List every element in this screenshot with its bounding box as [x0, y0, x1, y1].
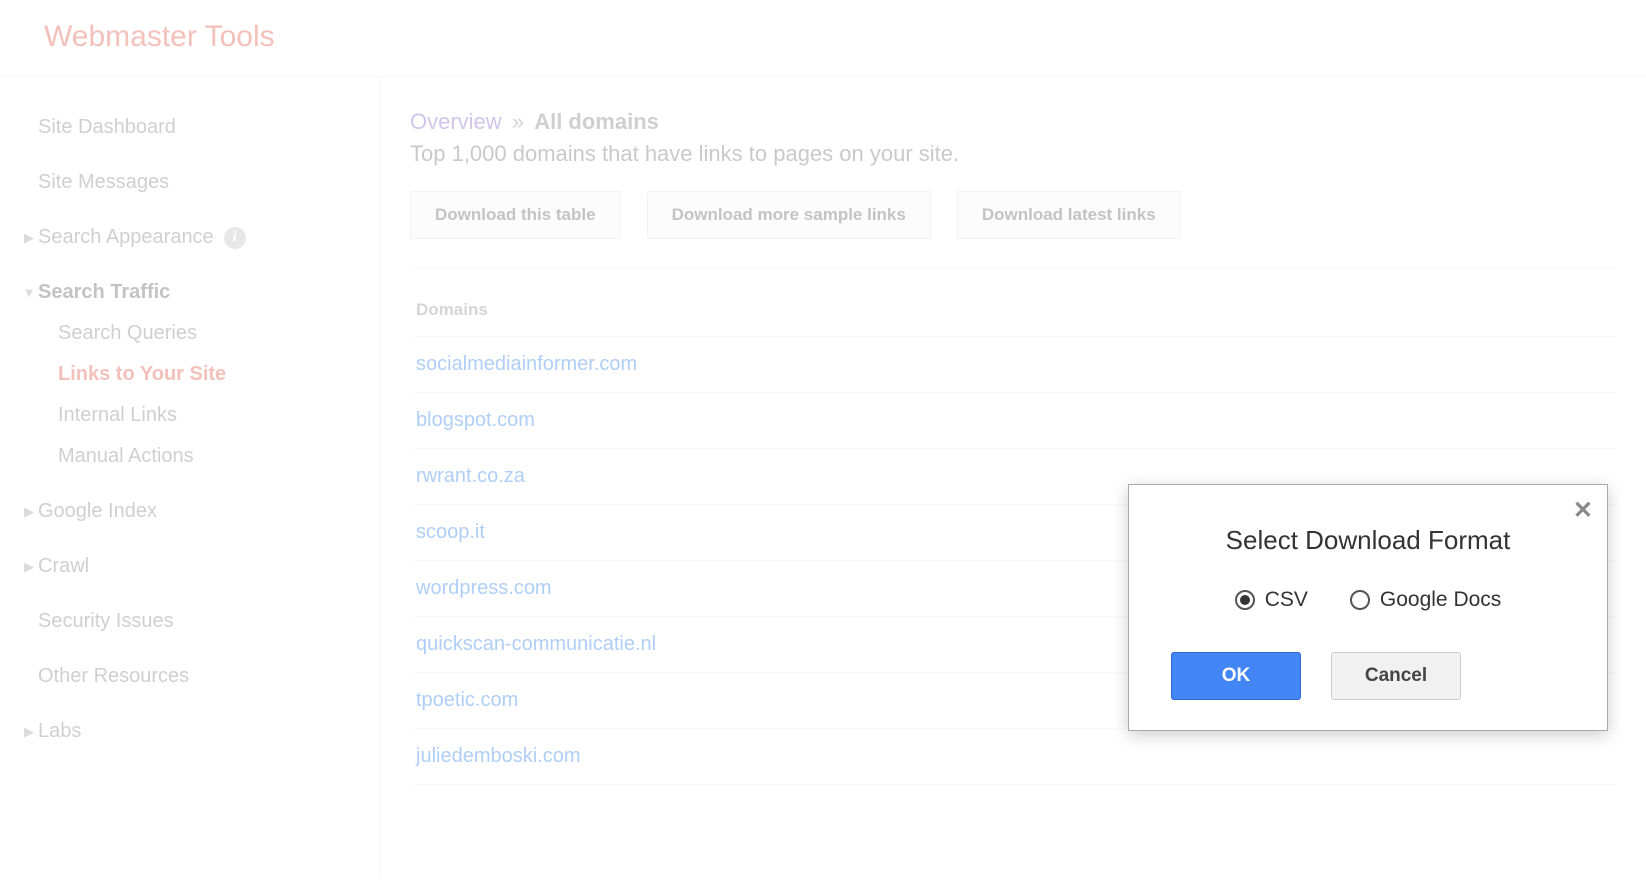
page-subtext: Top 1,000 domains that have links to pag… [410, 141, 1616, 167]
ok-button[interactable]: OK [1171, 652, 1301, 700]
header: Webmaster Tools [0, 0, 1646, 77]
chevron-right-icon: ▶ [20, 504, 38, 520]
sidebar-item-labs[interactable]: ▶ Labs [0, 711, 379, 752]
domain-link[interactable]: socialmediainformer.com [416, 353, 637, 375]
domain-link[interactable]: scoop.it [416, 521, 485, 543]
sidebar-item-label: Site Dashboard [38, 116, 176, 139]
dialog-title: Select Download Format [1159, 525, 1577, 556]
sidebar-item-crawl[interactable]: ▶ Crawl [0, 546, 379, 587]
sidebar-item-security-issues[interactable]: Security Issues [0, 601, 379, 642]
sidebar-item-search-appearance[interactable]: ▶ Search Appearance i [0, 217, 379, 258]
domain-link[interactable]: tpoetic.com [416, 689, 518, 711]
sidebar-item-label: Security Issues [38, 610, 174, 633]
table-header-domains: Domains [410, 292, 1616, 337]
radio-group: CSV Google Docs [1159, 588, 1577, 612]
chevron-down-icon: ▼ [20, 285, 38, 300]
info-icon[interactable]: i [224, 227, 246, 249]
sidebar-item-label: Manual Actions [58, 445, 194, 467]
radio-icon [1350, 590, 1370, 610]
sidebar-subitem-internal-links[interactable]: Internal Links [0, 395, 379, 436]
download-latest-links-button[interactable]: Download latest links [957, 191, 1181, 239]
close-icon[interactable]: ✕ [1573, 499, 1593, 523]
radio-label: CSV [1265, 588, 1308, 612]
dialog-button-row: OK Cancel [1159, 652, 1577, 700]
chevron-right-icon: ▶ [20, 724, 38, 740]
sidebar-item-label: Google Index [38, 500, 157, 523]
app-title: Webmaster Tools [44, 20, 275, 53]
domain-link[interactable]: quickscan-communicatie.nl [416, 633, 656, 655]
radio-label: Google Docs [1380, 588, 1501, 612]
sidebar-item-label: Internal Links [58, 404, 177, 426]
cancel-button[interactable]: Cancel [1331, 652, 1461, 700]
sidebar-subitem-links-to-your-site[interactable]: Links to Your Site [0, 354, 379, 395]
download-button-row: Download this table Download more sample… [410, 191, 1616, 268]
sidebar-item-messages[interactable]: Site Messages [0, 162, 379, 203]
sidebar-item-other-resources[interactable]: Other Resources [0, 656, 379, 697]
domain-link[interactable]: rwrant.co.za [416, 465, 525, 487]
download-more-sample-links-button[interactable]: Download more sample links [647, 191, 931, 239]
download-format-dialog: ✕ Select Download Format CSV Google Docs… [1128, 484, 1608, 731]
table-row: socialmediainformer.com [410, 337, 1616, 393]
table-row: blogspot.com [410, 393, 1616, 449]
sidebar-item-label: Site Messages [38, 171, 169, 194]
sidebar-item-dashboard[interactable]: Site Dashboard [0, 107, 379, 148]
chevron-right-icon: ▶ [20, 559, 38, 575]
sidebar: Site Dashboard Site Messages ▶ Search Ap… [0, 77, 380, 877]
main-content: Overview » All domains Top 1,000 domains… [380, 77, 1646, 877]
radio-icon [1235, 590, 1255, 610]
radio-option-csv[interactable]: CSV [1235, 588, 1308, 612]
sidebar-item-label: Links to Your Site [58, 363, 226, 385]
sidebar-item-label: Other Resources [38, 665, 189, 688]
sidebar-item-search-traffic[interactable]: ▼ Search Traffic [0, 272, 379, 313]
domain-link[interactable]: blogspot.com [416, 409, 535, 431]
sidebar-subitem-manual-actions[interactable]: Manual Actions [0, 436, 379, 477]
sidebar-subitem-search-queries[interactable]: Search Queries [0, 313, 379, 354]
domain-link[interactable]: juliedemboski.com [416, 745, 581, 767]
download-this-table-button[interactable]: Download this table [410, 191, 621, 239]
sidebar-item-label: Labs [38, 720, 81, 743]
table-row: juliedemboski.com [410, 729, 1616, 785]
sidebar-item-google-index[interactable]: ▶ Google Index [0, 491, 379, 532]
domain-link[interactable]: wordpress.com [416, 577, 552, 599]
radio-option-google-docs[interactable]: Google Docs [1350, 588, 1501, 612]
breadcrumb-overview-link[interactable]: Overview [410, 109, 502, 134]
chevron-right-icon: ▶ [20, 230, 38, 246]
sidebar-item-label: Crawl [38, 555, 89, 578]
sidebar-item-label: Search Queries [58, 322, 197, 344]
breadcrumb: Overview » All domains [410, 109, 1616, 135]
sidebar-item-label: Search Traffic [38, 281, 170, 304]
breadcrumb-separator: » [512, 109, 524, 134]
sidebar-item-label: Search Appearance [38, 226, 214, 249]
breadcrumb-current: All domains [534, 109, 659, 134]
